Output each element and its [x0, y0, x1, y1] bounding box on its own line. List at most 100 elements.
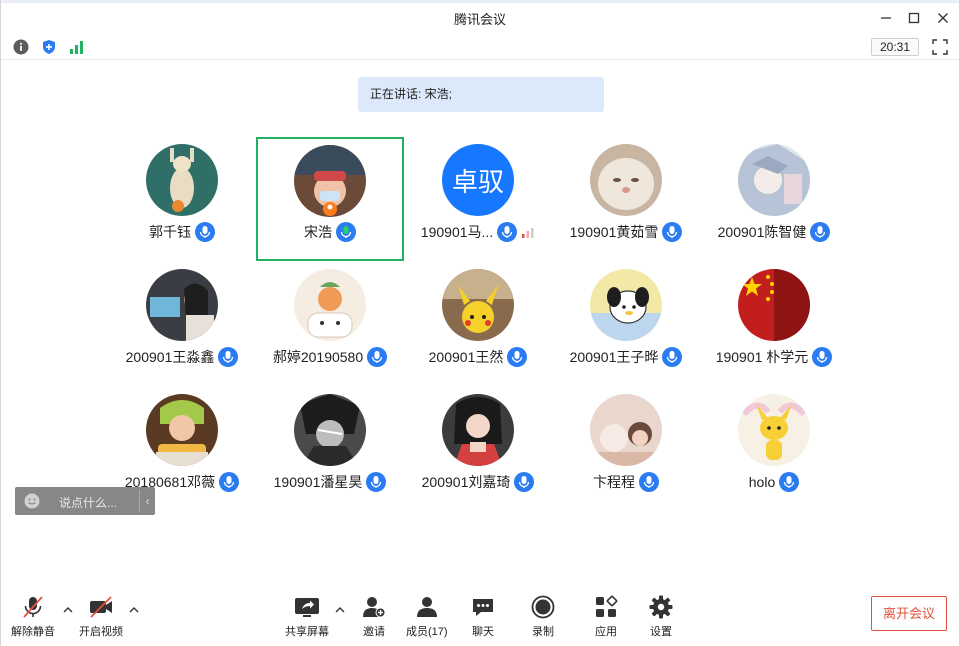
- avatar: [590, 394, 662, 466]
- bottom-toolbar: 解除静音 开启视频 共享屏幕 邀请 成员(17) 聊天 录制 应用 设置: [1, 584, 959, 646]
- avatar: [442, 269, 514, 341]
- mic-icon: [195, 222, 215, 242]
- participant-name-row: 200901王然: [404, 347, 552, 367]
- avatar-initials: 卓驭: [442, 144, 514, 216]
- avatar-text: 卓驭: [451, 166, 504, 197]
- leave-meeting-button[interactable]: 离开会议: [871, 596, 947, 631]
- mic-icon: [662, 347, 683, 367]
- participant-tile[interactable]: 郝婷20190580: [256, 262, 404, 386]
- chat-placeholder: 说点什么...: [59, 496, 118, 510]
- participant-name-row: 200901王淼鑫: [108, 347, 256, 367]
- participant-tile[interactable]: 卞程程: [552, 387, 700, 511]
- chat-collapse-button[interactable]: ‹: [139, 490, 155, 512]
- chat-quick-input[interactable]: 说点什么... ‹: [15, 487, 155, 515]
- avatar: [442, 394, 514, 466]
- invite-label: 邀请: [363, 626, 385, 638]
- participant-name-row: 宋浩: [258, 222, 402, 242]
- meeting-info-button[interactable]: [12, 38, 30, 56]
- participant-tile[interactable]: 190901潘星昊: [256, 387, 404, 511]
- participant-name: 190901马...: [420, 224, 494, 240]
- participant-name-row: 190901黄茹雪: [552, 222, 700, 242]
- participant-name-row: 190901潘星昊: [256, 472, 404, 492]
- mic-muted-icon: [23, 596, 43, 618]
- apps-grid-icon: [596, 595, 618, 617]
- members-button[interactable]: 成员(17): [406, 594, 448, 639]
- video-options-caret-icon[interactable]: [128, 604, 140, 616]
- fullscreen-button[interactable]: [931, 38, 949, 56]
- unmute-label: 解除静音: [11, 626, 55, 638]
- mic-icon: [639, 472, 659, 492]
- avatar: [294, 269, 366, 341]
- participant-name-row: 200901陈智健: [700, 222, 848, 242]
- participant-tile[interactable]: 190901黄茹雪: [552, 137, 700, 261]
- mic-icon: [514, 472, 535, 492]
- gear-icon: [649, 595, 673, 619]
- minimize-button[interactable]: [875, 7, 897, 29]
- share-options-caret-icon[interactable]: [334, 604, 346, 616]
- close-button[interactable]: [932, 7, 954, 29]
- mic-icon: [812, 347, 833, 367]
- participant-tile[interactable]: 郭千钰: [108, 137, 256, 261]
- participant-name: 郝婷20190580: [272, 349, 364, 365]
- audio-options-caret-icon[interactable]: [62, 604, 74, 616]
- chat-bubble-icon: [473, 599, 493, 616]
- share-screen-button[interactable]: 共享屏幕: [285, 594, 329, 639]
- maximize-button[interactable]: [903, 7, 925, 29]
- settings-button[interactable]: 设置: [647, 594, 675, 639]
- record-icon: [531, 595, 555, 619]
- record-label: 录制: [532, 626, 554, 638]
- record-button[interactable]: 录制: [529, 594, 557, 639]
- title-bar: 腾讯会议: [1, 3, 959, 33]
- participant-name-row: 190901马...: [404, 222, 552, 242]
- apps-button[interactable]: 应用: [592, 594, 620, 639]
- mic-speaking-icon: [336, 222, 356, 242]
- invite-button[interactable]: 邀请: [360, 594, 388, 639]
- participant-name: 200901刘嘉琦: [421, 474, 511, 490]
- participant-name-row: 190901 朴学元: [700, 347, 848, 367]
- mic-icon: [219, 472, 240, 492]
- participant-name: 200901陈智健: [717, 224, 807, 240]
- start-video-button[interactable]: 开启视频: [79, 594, 123, 639]
- camera-off-icon: [90, 596, 112, 618]
- participant-tile[interactable]: 190901 朴学元: [700, 262, 848, 386]
- participant-tile[interactable]: 200901王子晔: [552, 262, 700, 386]
- shield-icon: [43, 40, 55, 54]
- avatar: [294, 394, 366, 466]
- add-user-icon: [363, 597, 386, 618]
- participant-name: 200901王子晔: [569, 349, 659, 365]
- participant-name-row: 郭千钰: [108, 222, 256, 242]
- meeting-timer: 20:31: [871, 38, 919, 56]
- participant-tile[interactable]: holo: [700, 387, 848, 511]
- participant-name: 郭千钰: [149, 224, 191, 240]
- share-screen-icon: [295, 598, 319, 617]
- members-icon: [416, 597, 437, 617]
- security-button[interactable]: [40, 38, 58, 56]
- mic-icon: [507, 347, 528, 367]
- participant-name: 200901王然: [428, 349, 504, 365]
- participant-name-row: 200901王子晔: [552, 347, 700, 367]
- avatar: [738, 394, 810, 466]
- participant-tile[interactable]: 200901王然: [404, 262, 552, 386]
- emoji-icon[interactable]: [24, 493, 40, 509]
- info-icon: [13, 39, 29, 55]
- maximize-icon: [908, 12, 920, 24]
- participant-tile[interactable]: 200901王淼鑫: [108, 262, 256, 386]
- unmute-button[interactable]: 解除静音: [11, 594, 55, 639]
- participant-name: 卞程程: [593, 474, 635, 490]
- participant-tile[interactable]: 卓驭 190901马...: [404, 137, 552, 261]
- participant-tile[interactable]: 200901陈智健: [700, 137, 848, 261]
- chat-button[interactable]: 聊天: [469, 594, 497, 639]
- apps-label: 应用: [595, 626, 617, 638]
- participant-name: 宋浩: [304, 224, 332, 240]
- network-status-button[interactable]: [68, 38, 86, 56]
- participant-tile-active-speaker[interactable]: 宋浩: [256, 137, 404, 261]
- window-title: 腾讯会议: [453, 12, 506, 27]
- participant-tile[interactable]: 200901刘嘉琦: [404, 387, 552, 511]
- mic-icon: [366, 472, 387, 492]
- participant-name-row: 卞程程: [552, 472, 700, 492]
- participant-name: holo: [748, 474, 776, 490]
- members-label: 成员(17): [406, 626, 448, 638]
- signal-bars-icon: [70, 41, 83, 54]
- participant-name: 190901黄茹雪: [569, 224, 659, 240]
- mic-icon: [810, 222, 831, 242]
